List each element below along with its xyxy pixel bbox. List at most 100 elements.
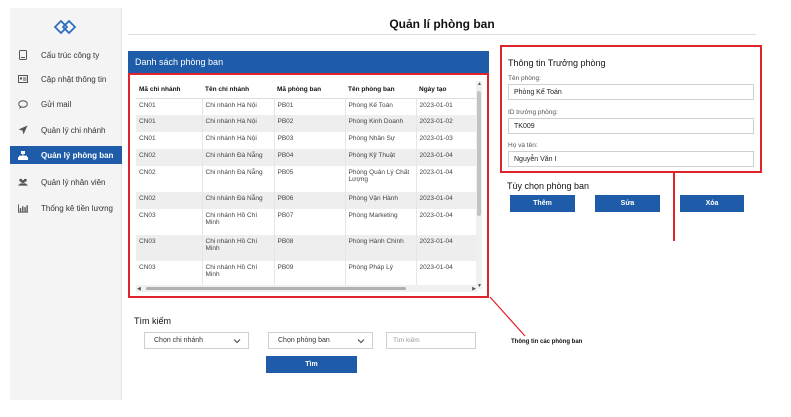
column-header[interactable]: Tên chi nhánh — [202, 81, 274, 99]
search-title: Tìm kiếm — [134, 316, 171, 326]
bar-chart-icon — [18, 203, 28, 213]
branch-select-value: Chọn chi nhánh — [154, 337, 204, 344]
department-name-field[interactable]: Phòng Kế Toán — [508, 84, 754, 100]
table-row[interactable]: CN01 Chi nhánh Hà Nội PB01 Phòng Kế Toán 202… — [136, 98, 477, 115]
table-cell: 2023-01-04 — [416, 192, 477, 209]
table-cell: Phòng Pháp Lý — [345, 261, 417, 287]
table-cell: Phòng Quản Lý Chất Lượng — [345, 166, 417, 192]
search-input[interactable]: Tìm kiếm — [386, 332, 476, 349]
phone-icon — [18, 50, 28, 60]
table-row[interactable]: CN02 Chi nhánh Đà Nẵng PB04 Phòng Kỹ Thuật 2… — [136, 149, 477, 166]
scroll-down-icon[interactable]: ▼ — [477, 283, 482, 289]
manager-id-label: ID trưởng phòng: — [508, 109, 558, 116]
table-cell: Chi nhánh Hồ Chí Minh — [202, 261, 275, 287]
sidebar-item-label: Quản lý phòng ban — [41, 150, 114, 160]
table-cell: Phòng Kế Toán — [345, 98, 417, 115]
department-options-title: Tùy chọn phòng ban — [507, 181, 590, 191]
table-cell: 2023-01-04 — [416, 235, 477, 261]
table-row[interactable]: CN03 Chi nhánh Hồ Chí Minh PB08 Phòng Hành … — [136, 235, 477, 261]
table-cell: PB07 — [274, 209, 346, 235]
sidebar-item-update-info[interactable]: Cập nhật thông tin — [10, 70, 122, 88]
table-cell: PB02 — [274, 115, 346, 132]
sidebar-item-branch-management[interactable]: Quản lý chi nhánh — [10, 121, 122, 139]
chat-bubble-icon — [18, 99, 28, 109]
add-button[interactable]: Thêm — [510, 195, 575, 212]
table-cell: Chi nhánh Đà Nẵng — [202, 166, 275, 192]
table-cell: PB01 — [274, 98, 346, 115]
table-cell: Chi nhánh Hồ Chí Minh — [202, 209, 275, 235]
edit-button[interactable]: Sửa — [595, 195, 660, 212]
sidebar-item-send-mail[interactable]: Gửi mail — [10, 95, 122, 113]
table-cell: CN01 — [136, 115, 203, 132]
scroll-left-icon[interactable]: ◀ — [137, 286, 141, 292]
table-cell: PB09 — [274, 261, 346, 287]
table-row[interactable]: CN03 Chi nhánh Hồ Chí Minh PB07 Phòng Marke… — [136, 209, 477, 235]
scroll-right-icon[interactable]: ▶ — [472, 286, 476, 292]
table-cell: 2023-01-04 — [416, 261, 477, 287]
table-row[interactable]: CN02 Chi nhánh Đà Nẵng PB05 Phòng Quản Lý C… — [136, 166, 477, 192]
table-row[interactable]: CN02 Chi nhánh Đà Nẵng PB06 Phòng Vận Hành 2… — [136, 192, 477, 209]
table-cell: Phòng Kinh Doanh — [345, 115, 417, 132]
sidebar-item-label: Cấu trúc công ty — [41, 50, 100, 60]
table-cell: Chi nhánh Hà Nội — [202, 98, 275, 115]
sidebar-item-label: Quản lý nhân viên — [41, 177, 106, 187]
annotation-line — [673, 173, 675, 241]
table-cell: CN03 — [136, 261, 203, 287]
table-cell: 2023-01-04 — [416, 149, 477, 166]
department-select-value: Chọn phòng ban — [278, 337, 330, 344]
column-header[interactable]: Ngày tạo — [416, 81, 477, 99]
sidebar-item-label: Cập nhật thông tin — [41, 74, 107, 84]
table-cell: 2023-01-03 — [416, 132, 477, 149]
delete-button[interactable]: Xóa — [680, 195, 744, 212]
table-row[interactable]: CN01 Chi nhánh Hà Nội PB03 Phòng Nhân Sự 202… — [136, 132, 477, 149]
table-cell: PB06 — [274, 192, 346, 209]
full-name-field[interactable]: Nguyễn Văn I — [508, 151, 754, 167]
table-cell: Phòng Vận Hành — [345, 192, 417, 209]
table-cell: 2023-01-04 — [416, 166, 477, 192]
manager-info-title: Thông tin Trưởng phòng — [508, 58, 606, 68]
sidebar-item-label: Gửi mail — [41, 99, 72, 109]
annotation-pointer — [489, 296, 526, 337]
table-row[interactable]: CN03 Chi nhánh Hồ Chí Minh PB09 Phòng Pháp … — [136, 261, 477, 287]
logo-icon — [53, 18, 77, 36]
branch-select[interactable]: Chọn chi nhánh — [144, 332, 249, 349]
chevron-down-icon — [357, 339, 365, 344]
table-cell: CN03 — [136, 209, 203, 235]
table-cell: Chi nhánh Hà Nội — [202, 132, 275, 149]
department-table-panel: Mã chi nhánh Tên chi nhánh Mã phòng ban … — [128, 73, 489, 298]
search-button[interactable]: Tìm — [266, 356, 357, 373]
horizontal-scroll-thumb[interactable] — [146, 287, 406, 290]
table-cell: CN01 — [136, 98, 203, 115]
table-cell: Phòng Nhân Sự — [345, 132, 417, 149]
table-cell: Chi nhánh Hà Nội — [202, 115, 275, 132]
table-cell: PB04 — [274, 149, 346, 166]
hierarchy-icon — [18, 150, 28, 160]
sidebar-item-department-management[interactable]: Quản lý phòng ban — [10, 146, 122, 164]
table-cell: PB03 — [274, 132, 346, 149]
table-cell: CN02 — [136, 192, 203, 209]
table-cell: Chi nhánh Đà Nẵng — [202, 192, 275, 209]
column-header[interactable]: Mã chi nhánh — [136, 81, 202, 99]
vertical-scroll-thumb[interactable] — [477, 91, 481, 216]
column-header[interactable]: Tên phòng ban — [345, 81, 416, 99]
full-name-label: Họ và tên: — [508, 142, 538, 149]
sidebar-item-salary-statistics[interactable]: Thống kê tiền lương — [10, 199, 122, 217]
sidebar: Cấu trúc công ty Cập nhật thông tin Gửi … — [10, 8, 122, 400]
department-select[interactable]: Chọn phòng ban — [268, 332, 373, 349]
manager-id-field[interactable]: TK009 — [508, 118, 754, 134]
table-cell: Phòng Kỹ Thuật — [345, 149, 417, 166]
table-cell: 2023-01-04 — [416, 209, 477, 235]
table-row[interactable]: CN01 Chi nhánh Hà Nội PB02 Phòng Kinh Doanh… — [136, 115, 477, 132]
table-cell: 2023-01-01 — [416, 98, 477, 115]
vertical-scrollbar[interactable]: ▲ ▼ — [476, 81, 482, 289]
title-divider — [128, 34, 756, 35]
table-cell: 2023-01-02 — [416, 115, 477, 132]
sidebar-item-label: Thống kê tiền lương — [41, 203, 113, 213]
sidebar-item-employee-management[interactable]: Quản lý nhân viên — [10, 173, 122, 191]
horizontal-scrollbar[interactable]: ◀ ▶ — [136, 285, 477, 292]
column-header[interactable]: Mã phòng ban — [274, 81, 345, 99]
sidebar-item-company-structure[interactable]: Cấu trúc công ty — [10, 46, 122, 64]
scroll-up-icon[interactable]: ▲ — [477, 81, 482, 87]
table-cell: Phòng Marketing — [345, 209, 417, 235]
table-cell: CN03 — [136, 235, 203, 261]
